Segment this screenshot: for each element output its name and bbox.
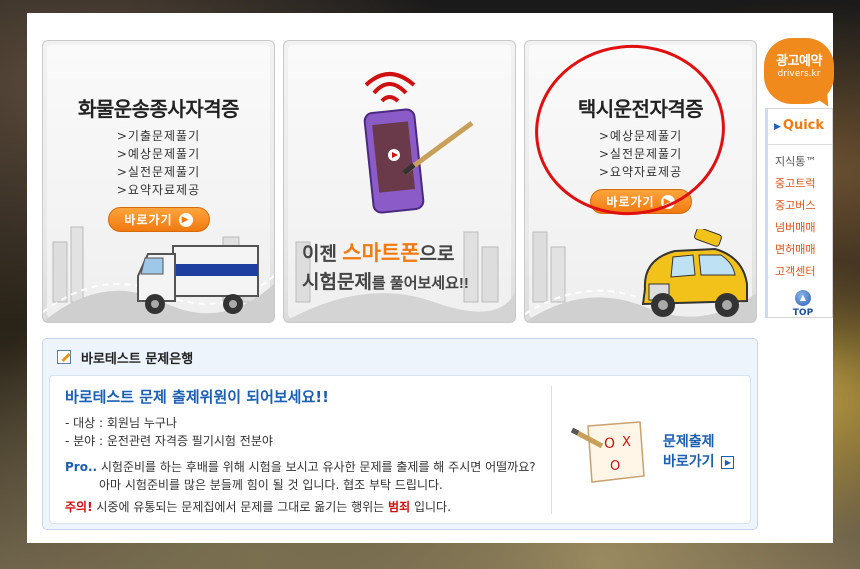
question-bank-body: 바로테스트 문제 출제위원이 되어보세요!! - 대상 : 회원님 누구나 - …: [49, 375, 751, 524]
truck-icon: [137, 245, 259, 314]
target-line: - 대상 : 회원님 누구나: [65, 416, 177, 430]
svg-text:O: O: [610, 459, 620, 474]
edit-note-icon: [57, 350, 71, 364]
arrow-up-icon: ▲: [795, 290, 811, 306]
card-smartphone[interactable]: 이젠 스마트폰으로 시험문제를 풀어보세요!!: [283, 40, 516, 323]
triangle-right-icon: ▶: [774, 122, 781, 132]
ad-line-1: 광고예약: [776, 54, 822, 69]
quick-menu: ▶ Quick 지식통™ 중고트럭 중고버스 넘버매매 면허매매 고객센터: [765, 108, 833, 318]
card-title: 화물운송종사자격증: [77, 99, 240, 121]
taxi-icon: [641, 229, 748, 317]
ad-line-2: drivers.kr: [777, 69, 821, 79]
play-arrow-icon: ▶: [178, 212, 193, 227]
smartphone-headline: 이젠 스마트폰으로: [302, 237, 455, 267]
quick-item-license-trade[interactable]: 면허매매: [775, 239, 832, 261]
pro-line: Pro.. 시험준비를 하는 후배를 위해 시험을 보시고 유사한 문제를 출제…: [65, 458, 536, 475]
list-item: >예상문제풀기: [116, 147, 201, 161]
section-header: 바로테스트 문제은행: [43, 339, 757, 375]
subline-text: 시험문제: [302, 272, 372, 293]
headline-highlight: 스마트폰: [342, 242, 420, 265]
pro-text: 시험준비를 하는 후배를 위해 시험을 보시고 유사한 문제를 출제를 해 주시…: [97, 460, 536, 474]
headline-text: 이젠: [302, 244, 343, 265]
quick-label: Quick: [782, 118, 825, 133]
warning-text: 입니다.: [410, 500, 451, 514]
link-line: 문제출제: [663, 434, 715, 450]
warning-label: 주의!: [65, 500, 93, 514]
submit-question-link[interactable]: 문제출제 바로가기 ▶: [663, 432, 735, 472]
field-line: - 분야 : 운전관련 자격증 필기시험 전분야: [65, 434, 273, 448]
quick-list: 지식통™ 중고트럭 중고버스 넘버매매 면허매매 고객센터: [768, 145, 832, 283]
quick-item-used-bus[interactable]: 중고버스: [775, 195, 832, 217]
card-feature-list: >기출문제풀기 >예상문제풀기 >실전문제풀기 >요약자료제공: [43, 127, 274, 199]
svg-text:O: O: [604, 436, 615, 452]
exam-paper-icon: O X O: [570, 421, 645, 483]
top-button[interactable]: ▲ TOP: [788, 290, 818, 318]
card-cargo-license[interactable]: 화물운송종사자격증 >기출문제풀기 >예상문제풀기 >실전문제풀기 >요약자료제…: [42, 40, 275, 323]
go-button[interactable]: 바로가기 ▶: [107, 207, 210, 232]
pro-line-2: 아마 시험준비를 많은 분들께 힘이 될 것 입니다. 협조 부탁 드립니다.: [99, 478, 443, 492]
pro-label: Pro..: [65, 460, 98, 474]
warning-text: 시중에 유통되는 문제집에서 문제를 그대로 옮기는 행위는: [92, 500, 389, 514]
divider: [551, 386, 552, 514]
go-button-label: 바로가기: [124, 213, 173, 227]
quick-item-knowledge[interactable]: 지식통™: [775, 151, 832, 173]
question-bank-section: 바로테스트 문제은행 바로테스트 문제 출제위원이 되어보세요!! - 대상 :…: [42, 338, 758, 530]
headline-text: 으로: [419, 244, 455, 265]
arrow-right-icon: ▶: [721, 455, 735, 469]
quick-item-used-truck[interactable]: 중고트럭: [775, 173, 832, 195]
list-item: >실전문제풀기: [116, 165, 201, 179]
smartphone-icon: [363, 72, 474, 214]
list-item: >요약자료제공: [116, 183, 201, 197]
quick-item-plate-trade[interactable]: 넘버매매: [775, 217, 832, 239]
warning-line: 주의! 시중에 유통되는 문제집에서 문제를 그대로 옮기는 행위는 범죄 입니…: [65, 498, 451, 515]
crime-word: 범죄: [388, 500, 411, 514]
top-label: TOP: [792, 308, 814, 318]
link-text: 바로가기: [663, 454, 715, 470]
svg-text:X: X: [622, 435, 631, 450]
list-item: >기출문제풀기: [116, 129, 201, 143]
quick-header: ▶ Quick: [768, 109, 832, 145]
subline-text: 를 풀어보세요!!: [371, 275, 469, 292]
smartphone-subline: 시험문제를 풀어보세요!!: [302, 267, 469, 294]
quick-item-support[interactable]: 고객센터: [775, 261, 832, 283]
link-line-2: 바로가기 ▶: [663, 452, 735, 472]
recruit-headline[interactable]: 바로테스트 문제 출제위원이 되어보세요!!: [65, 386, 329, 407]
section-title: 바로테스트 문제은행: [81, 351, 194, 367]
